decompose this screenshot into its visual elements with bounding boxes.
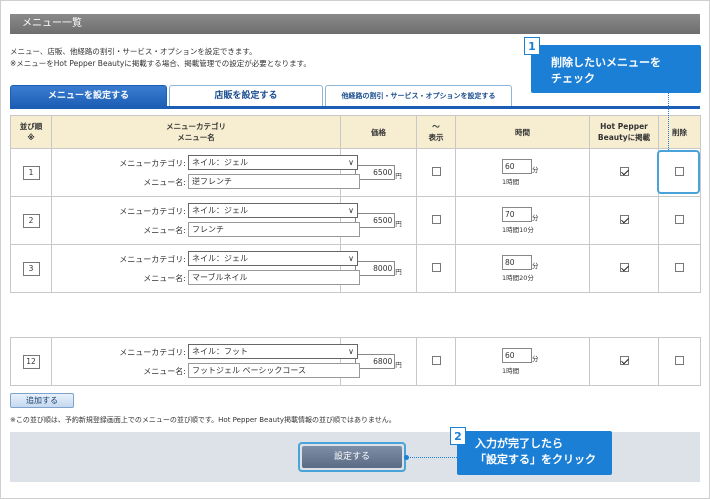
display-checkbox[interactable] (431, 215, 441, 224)
hpb-checkbox[interactable] (619, 215, 629, 224)
menu-name-input[interactable]: マーブルネイル (188, 270, 360, 285)
menu-name-input[interactable]: 逆フレンチ (188, 174, 360, 189)
delete-checkbox[interactable] (675, 215, 684, 224)
order-input[interactable]: 12 (22, 354, 40, 369)
name-label: メニュー名: (143, 178, 186, 187)
category-select[interactable]: ネイル：ジェル ∨ (188, 203, 358, 218)
description-line-1: メニュー、店販、他経路の割引・サービス・オプションを設定できます。 (10, 47, 257, 56)
minutes-input[interactable]: 60 (502, 348, 532, 363)
callout-2-number: 2 (450, 427, 466, 445)
order-input[interactable]: 3 (22, 261, 40, 276)
page-title: メニュー一覧 (10, 14, 700, 34)
display-checkbox[interactable] (431, 167, 441, 176)
category-select[interactable]: ネイル：ジェル ∨ (188, 155, 358, 170)
header-price: 価格 (340, 115, 417, 149)
callout-2-connector (406, 457, 457, 458)
header-delete: 削除 (658, 115, 701, 149)
time-text: 1時間10分 (502, 226, 534, 234)
header-display: 〜表示 (416, 115, 456, 149)
category-label: メニューカテゴリ: (119, 348, 186, 357)
tab-underline (10, 106, 700, 109)
callout-1: 削除したいメニューを チェック (531, 45, 701, 93)
description-line-2: ※メニューをHot Pepper Beautyに掲載する場合、掲載管理での設定が… (10, 59, 311, 68)
header-hpb: Hot Pepper Beautyに掲載 (589, 115, 659, 149)
callout-2: 入力が完了したら 「設定する」をクリック (457, 431, 612, 475)
price-input[interactable]: 6500 (355, 165, 396, 180)
minutes-input[interactable]: 70 (502, 207, 532, 222)
display-checkbox[interactable] (431, 263, 441, 272)
minutes-unit: 分 (532, 166, 539, 174)
category-select[interactable]: ネイル：フット ∨ (188, 344, 358, 359)
delete-highlight (657, 150, 700, 194)
callout-1-number: 1 (524, 37, 540, 55)
minutes-input[interactable]: 80 (502, 255, 532, 270)
minutes-unit: 分 (532, 262, 539, 270)
category-select[interactable]: ネイル：ジェル ∨ (188, 251, 358, 266)
menu-name-input[interactable]: フレンチ (188, 222, 360, 237)
menu-table: 並び順 ※ メニューカテゴリ メニュー名 価格 〜表示 時間 Hot Pepper B… (10, 115, 701, 293)
category-label: メニューカテゴリ: (119, 255, 186, 264)
callout-2-dot (404, 455, 409, 460)
table-row: 3 メニューカテゴリ: ネイル：ジェル ∨ メニュー名: マーブルネイル 8000… (10, 244, 701, 293)
submit-button[interactable]: 設定する (302, 446, 402, 468)
price-unit: 円 (395, 361, 402, 369)
minutes-unit: 分 (532, 214, 539, 222)
minutes-unit: 分 (532, 355, 539, 363)
order-note: ※この並び順は、予約新規登録画面上でのメニューの並び順です。Hot Pepper… (10, 416, 396, 424)
table-row: 2 メニューカテゴリ: ネイル：ジェル ∨ メニュー名: フレンチ 6500 円 7… (10, 196, 701, 245)
name-label: メニュー名: (143, 274, 186, 283)
menu-table-lower: 12 メニューカテゴリ: ネイル：フット ∨ メニュー名: フットジェル ベーシッ… (10, 337, 701, 386)
tab-menu[interactable]: メニューを設定する (10, 85, 167, 107)
time-text: 1時間 (502, 178, 520, 186)
price-unit: 円 (395, 220, 402, 228)
time-text: 1時間20分 (502, 274, 534, 282)
order-input[interactable]: 1 (22, 165, 40, 180)
order-input[interactable]: 2 (22, 213, 40, 228)
price-input[interactable]: 8000 (355, 261, 396, 276)
menu-name-input[interactable]: フットジェル ベーシックコース (188, 363, 360, 378)
minutes-input[interactable]: 60 (502, 159, 532, 174)
chevron-down-icon: ∨ (348, 158, 354, 167)
chevron-down-icon: ∨ (348, 254, 354, 263)
delete-checkbox[interactable] (675, 356, 684, 365)
callout-1-connector (668, 93, 669, 150)
time-text: 1時間 (502, 367, 520, 375)
table-row: 1 メニューカテゴリ: ネイル：ジェル ∨ メニュー名: 逆フレンチ 6500 円 … (10, 148, 701, 197)
price-input[interactable]: 6800 (355, 354, 396, 369)
display-checkbox[interactable] (431, 356, 441, 365)
price-input[interactable]: 6500 (355, 213, 396, 228)
hpb-checkbox[interactable] (619, 167, 629, 176)
price-unit: 円 (395, 268, 402, 276)
category-label: メニューカテゴリ: (119, 159, 186, 168)
price-unit: 円 (395, 172, 402, 180)
tab-other-route[interactable]: 他経路の割引・サービス・オプションを設定する (325, 85, 512, 107)
submit-button-highlight: 設定する (298, 442, 406, 472)
name-label: メニュー名: (143, 226, 186, 235)
hpb-checkbox[interactable] (619, 263, 629, 272)
header-order: 並び順 ※ (10, 115, 52, 149)
header-category: メニューカテゴリ メニュー名 (51, 115, 341, 149)
header-time: 時間 (455, 115, 590, 149)
category-label: メニューカテゴリ: (119, 207, 186, 216)
name-label: メニュー名: (143, 367, 186, 376)
table-header-row: 並び順 ※ メニューカテゴリ メニュー名 価格 〜表示 時間 Hot Pepper B… (10, 115, 701, 149)
chevron-down-icon: ∨ (348, 206, 354, 215)
add-button[interactable]: 追加する (10, 393, 74, 408)
tab-retail[interactable]: 店販を設定する (169, 85, 323, 107)
chevron-down-icon: ∨ (348, 347, 354, 356)
delete-checkbox[interactable] (675, 263, 684, 272)
table-row: 12 メニューカテゴリ: ネイル：フット ∨ メニュー名: フットジェル ベーシッ… (10, 337, 701, 386)
hpb-checkbox[interactable] (619, 356, 629, 365)
